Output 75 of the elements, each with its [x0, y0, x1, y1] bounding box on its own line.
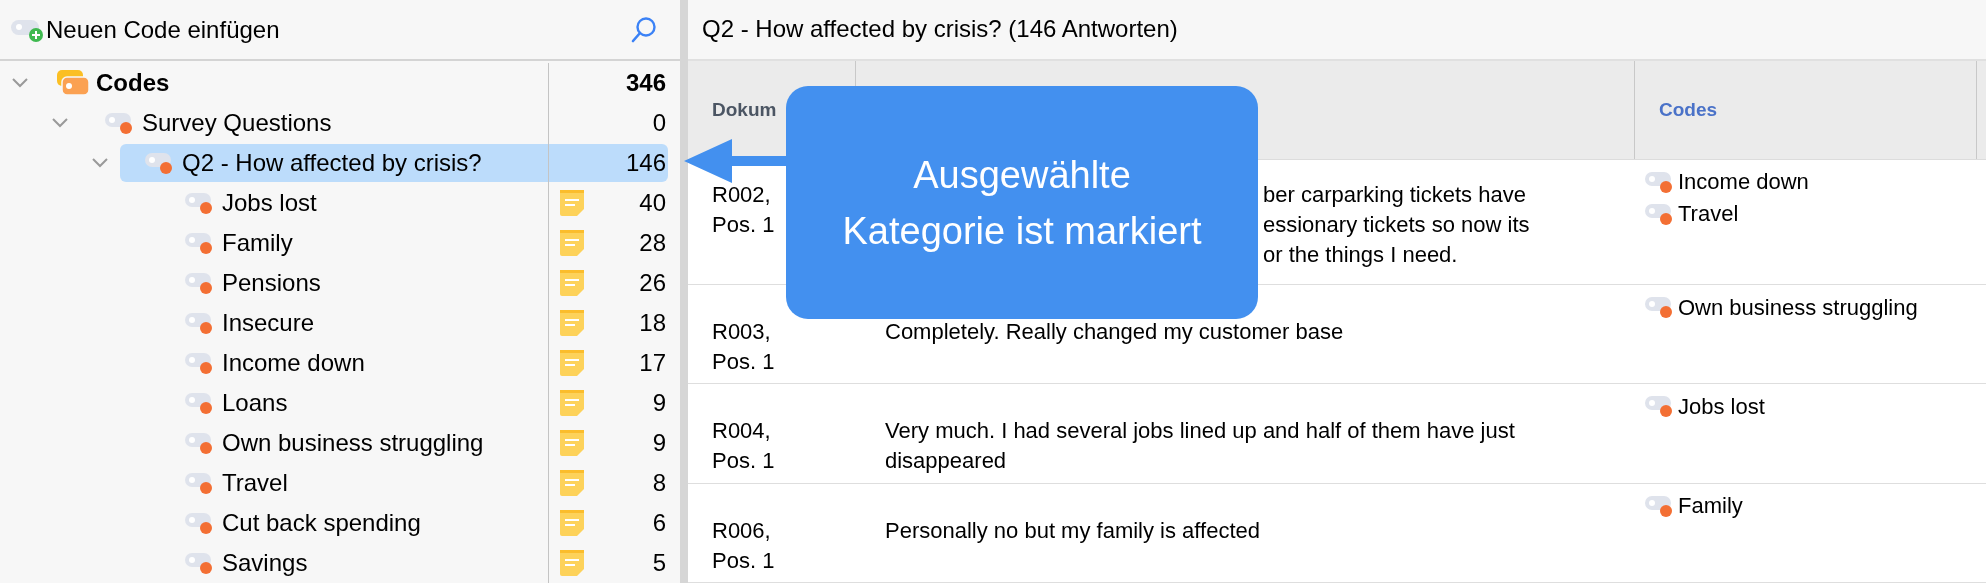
code-count: 6 — [652, 508, 666, 538]
memo-icon[interactable] — [559, 549, 585, 577]
memo-icon[interactable] — [559, 349, 585, 377]
code-name[interactable]: Family — [1678, 489, 1743, 523]
answer-text: essionary tickets so now its — [1263, 210, 1531, 239]
answer-text: or the things I need. — [1263, 240, 1459, 269]
code-name: Savings — [222, 548, 308, 578]
code-count: 8 — [652, 468, 666, 498]
code-folder-icon — [56, 69, 90, 97]
memo-icon[interactable] — [559, 189, 585, 217]
memo-icon[interactable] — [559, 469, 585, 497]
tree-row[interactable]: Income down 17 — [160, 344, 668, 382]
chevron-down-icon[interactable] — [11, 77, 29, 89]
code-count: 26 — [639, 268, 666, 298]
code-count: 346 — [625, 68, 666, 98]
tree-row[interactable]: Travel 8 — [160, 464, 668, 502]
column-header[interactable]: Dokum — [712, 95, 777, 124]
code-count: 146 — [625, 148, 666, 178]
code-count: 40 — [639, 188, 666, 218]
document-cell-text: R006, Pos. 1 — [712, 516, 775, 575]
tree-row[interactable]: Own business struggling 9 — [160, 424, 668, 462]
tree-row[interactable]: Insecure 18 — [160, 304, 668, 342]
code-name: Cut back spending — [222, 508, 421, 538]
search-icon[interactable] — [630, 15, 658, 44]
tree-row[interactable]: Codes 346 — [40, 64, 668, 102]
code-name: Jobs lost — [222, 188, 317, 218]
tree-row[interactable]: Loans 9 — [160, 384, 668, 422]
chevron-down-icon[interactable] — [91, 157, 109, 169]
document-cell-text: R004, Pos. 1 — [712, 417, 775, 476]
tree-row[interactable]: Pensions 26 — [160, 264, 668, 302]
results-title: Q2 - How affected by crisis? (146 Antworten) — [702, 14, 1178, 45]
code-count: 17 — [639, 348, 666, 378]
code-name: Q2 - How affected by crisis? — [182, 148, 482, 178]
code-name: Own business struggling — [222, 428, 484, 458]
answer-text: Personally no but my family is affected — [885, 516, 1261, 545]
code-count: 0 — [652, 108, 666, 138]
code-name: Travel — [222, 468, 288, 498]
memo-icon[interactable] — [559, 389, 585, 417]
code-name: Pensions — [222, 268, 321, 298]
memo-icon[interactable] — [559, 269, 585, 297]
tree-row[interactable]: Jobs lost 40 — [160, 184, 668, 222]
code-count: 5 — [652, 548, 666, 578]
memo-icon[interactable] — [559, 429, 585, 457]
answer-text: ber carparking tickets have — [1263, 180, 1527, 209]
code-name: Family — [222, 228, 293, 258]
new-code-label[interactable]: Neuen Code einfügen — [46, 11, 280, 48]
code-count: 9 — [652, 388, 666, 418]
document-cell-text: R003, Pos. 1 — [712, 318, 775, 377]
memo-icon[interactable] — [559, 229, 585, 257]
tree-row[interactable]: Family 28 — [160, 224, 668, 262]
splitter-handle[interactable] — [680, 0, 688, 583]
answer-text: Completely. Really changed my customer base — [885, 318, 1345, 347]
code-name: Loans — [222, 388, 288, 418]
code-name: Codes — [96, 68, 170, 98]
code-name[interactable]: Own business struggling — [1678, 290, 1918, 324]
memo-icon[interactable] — [559, 509, 585, 537]
tree-row[interactable]: Survey Questions 0 — [80, 104, 668, 142]
tree-row[interactable]: Q2 - How affected by crisis? 146 — [120, 144, 668, 182]
memo-icon[interactable] — [559, 309, 585, 337]
code-name[interactable]: Travel — [1678, 197, 1739, 231]
answer-text: Very much. I had several jobs lined up and half of them have just disappeared — [885, 417, 1516, 476]
code-name[interactable]: Jobs lost — [1678, 389, 1765, 423]
chevron-down-icon[interactable] — [51, 117, 69, 129]
code-name: Income down — [222, 348, 365, 378]
tree-row[interactable]: Savings 5 — [160, 544, 668, 582]
code-name: Survey Questions — [142, 108, 332, 138]
tree-row[interactable]: Cut back spending 6 — [160, 504, 668, 542]
code-count: 18 — [639, 308, 666, 338]
code-name: Insecure — [222, 308, 315, 338]
document-cell-text: R002, Pos. 1 — [712, 180, 775, 239]
code-count: 9 — [652, 428, 666, 458]
column-header[interactable]: Codes — [1659, 95, 1718, 124]
callout-text: Ausgewählte Kategorie ist markiert — [842, 152, 1202, 254]
code-count: 28 — [639, 228, 666, 258]
code-name[interactable]: Income down — [1678, 165, 1809, 199]
